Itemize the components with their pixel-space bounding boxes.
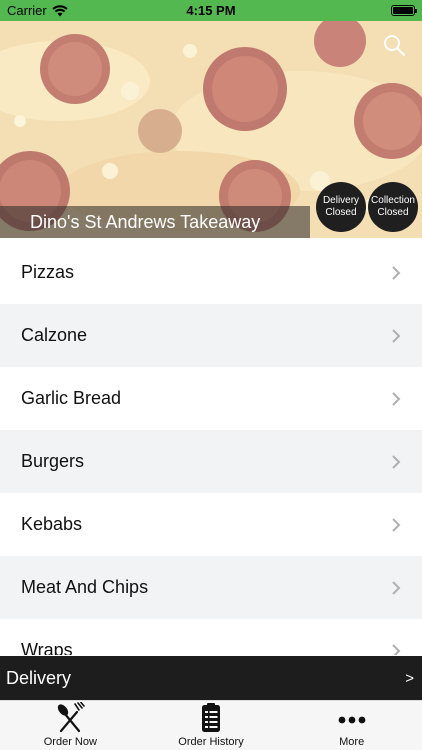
menu-item-label: Pizzas: [21, 262, 75, 282]
more-dots-icon: [338, 716, 366, 724]
tab-label: Order Now: [43, 736, 97, 748]
menu-item-meat-and-chips[interactable]: Meat And Chips: [0, 556, 422, 619]
menu-item-label: Kebabs: [21, 514, 83, 534]
menu-category-list[interactable]: Pizzas Calzone Garlic Bread Burgers Keba…: [0, 241, 422, 655]
status-left: Carrier: [7, 3, 68, 18]
menu-item-wraps[interactable]: Wraps: [0, 619, 422, 655]
collection-status-badge: Collection Closed: [368, 182, 418, 232]
menu-item-label: Garlic Bread: [21, 388, 122, 408]
menu-item-calzone[interactable]: Calzone: [0, 304, 422, 367]
collection-status-label: Collection: [371, 195, 415, 206]
chevron-right-icon: [392, 328, 401, 343]
tab-order-history[interactable]: Order History: [141, 701, 282, 750]
delivery-status-value: Closed: [325, 207, 357, 218]
chevron-right-icon: [392, 454, 401, 469]
tab-more[interactable]: More: [281, 701, 422, 750]
delivery-mode-bar[interactable]: Delivery >: [0, 656, 422, 700]
menu-item-burgers[interactable]: Burgers: [0, 430, 422, 493]
chevron-right-icon: [392, 391, 401, 406]
menu-item-garlic-bread[interactable]: Garlic Bread: [0, 367, 422, 430]
chevron-right-icon: [392, 580, 401, 595]
delivery-status-label: Delivery: [322, 195, 360, 206]
menu-item-label: Burgers: [21, 451, 85, 471]
restaurant-title-band: Dino's St Andrews Takeaway: [0, 206, 310, 238]
battery-icon: [391, 5, 417, 16]
arrow-right-icon: >: [405, 669, 414, 687]
menu-item-kebabs[interactable]: Kebabs: [0, 493, 422, 556]
hero-banner: Dino's St Andrews Takeaway Delivery Clos…: [0, 21, 422, 238]
tab-order-now[interactable]: Order Now: [0, 701, 141, 750]
restaurant-name: Dino's St Andrews Takeaway: [30, 211, 261, 232]
clipboard-icon: [202, 703, 220, 732]
menu-item-label: Wraps: [21, 640, 73, 655]
menu-item-pizzas[interactable]: Pizzas: [0, 241, 422, 304]
delivery-status-badge: Delivery Closed: [316, 182, 366, 232]
chevron-right-icon: [392, 517, 401, 532]
fork-knife-icon: [58, 702, 86, 733]
delivery-mode-label: Delivery: [6, 667, 72, 688]
tab-bar: Order Now Order History More: [0, 700, 422, 750]
search-icon[interactable]: [382, 33, 406, 57]
status-bar: Carrier 4:15 PM: [0, 0, 422, 21]
clock-time: 4:15 PM: [186, 3, 236, 18]
menu-item-label: Meat And Chips: [21, 577, 149, 597]
wifi-icon: [52, 4, 68, 16]
carrier-label: Carrier: [7, 3, 47, 18]
tab-label: More: [339, 736, 365, 748]
chevron-right-icon: [392, 643, 401, 655]
chevron-right-icon: [392, 265, 401, 280]
tab-label: Order History: [178, 736, 244, 748]
menu-item-label: Calzone: [21, 325, 88, 345]
collection-status-value: Closed: [377, 207, 409, 218]
